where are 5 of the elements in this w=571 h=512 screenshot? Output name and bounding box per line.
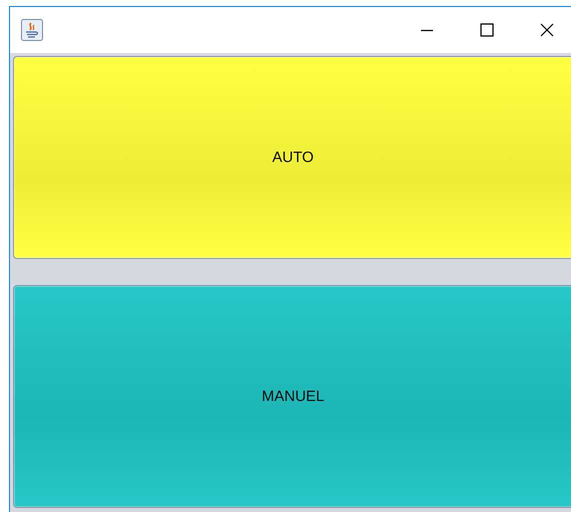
close-icon[interactable] [540, 23, 554, 37]
mode-button[interactable]: AUTO [13, 56, 571, 259]
coffee-cup-icon [21, 19, 43, 41]
maximize-icon[interactable] [480, 23, 494, 37]
mode-button[interactable]: MANUEL [13, 285, 571, 508]
